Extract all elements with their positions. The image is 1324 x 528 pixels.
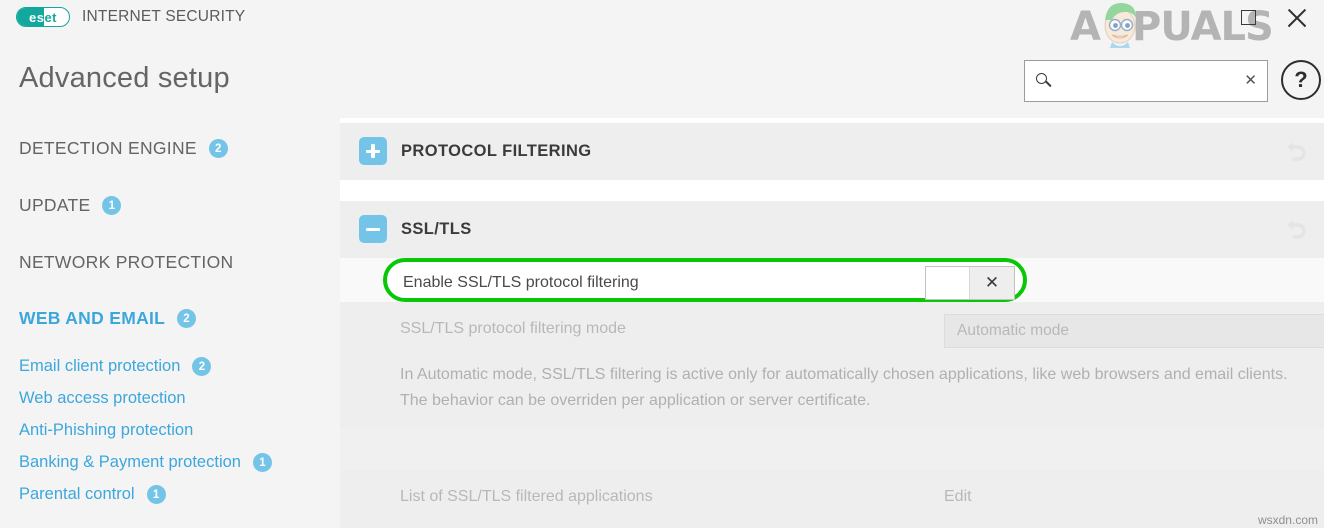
page-title: Advanced setup	[19, 62, 230, 94]
enable-ssl-tls-toggle[interactable]: ✕	[925, 266, 1015, 300]
mode-select-value: Automatic mode	[957, 322, 1069, 339]
maximize-button[interactable]	[1241, 10, 1256, 25]
sidebar-item-update[interactable]: UPDATE 1	[19, 195, 122, 216]
search-icon	[1035, 72, 1053, 90]
sidebar-item-web-and-email[interactable]: WEB AND EMAIL 2	[19, 308, 197, 329]
appuals-character-icon	[1104, 3, 1136, 48]
eset-advanced-setup-window: es et INTERNET SECURITY A PUALS Advanced…	[0, 0, 1324, 528]
toggle-off-icon: ✕	[984, 273, 1000, 292]
suite-name: INTERNET SECURITY	[82, 8, 246, 25]
mode-label: SSL/TLS protocol filtering mode	[400, 320, 626, 337]
sidebar-item-badge: 1	[252, 453, 272, 472]
enable-ssl-tls-highlight: Enable SSL/TLS protocol filtering ✕	[383, 258, 1027, 302]
help-button[interactable]: ?	[1281, 60, 1321, 100]
close-button[interactable]	[1285, 6, 1309, 30]
revert-icon[interactable]	[1282, 139, 1308, 165]
spacer-row	[340, 428, 1324, 470]
search-box[interactable]: ✕	[1024, 60, 1268, 102]
title-bar: es et INTERNET SECURITY A PUALS	[0, 0, 1324, 50]
sidebar-item-label: DETECTION ENGINE	[19, 138, 197, 158]
eset-logo-icon: es et	[16, 7, 70, 27]
filtered-apps-label: List of SSL/TLS filtered applications	[400, 488, 653, 505]
section-title: PROTOCOL FILTERING	[401, 142, 592, 160]
sidebar-item-label: Parental control	[19, 485, 135, 503]
sidebar-item-anti-phishing-protection[interactable]: Anti-Phishing protection	[19, 421, 193, 440]
content-panel: PROTOCOL FILTERING SSL/TLS Enable SSL/TL…	[340, 118, 1324, 528]
minus-icon[interactable]	[359, 215, 387, 243]
sidebar-item-badge: 2	[208, 139, 228, 158]
revert-icon[interactable]	[1282, 217, 1308, 243]
section-ssl-tls[interactable]: SSL/TLS	[340, 201, 1324, 258]
mode-select[interactable]: Automatic mode	[944, 314, 1324, 348]
appuals-watermark: A PUALS	[1068, 0, 1318, 50]
sidebar-item-badge: 2	[177, 309, 197, 328]
sidebar-item-label: NETWORK PROTECTION	[19, 252, 234, 272]
enable-ssl-tls-label: Enable SSL/TLS protocol filtering	[403, 274, 639, 291]
eset-brand: es et INTERNET SECURITY	[16, 7, 245, 27]
sidebar-item-label: Email client protection	[19, 357, 181, 375]
svg-text:A: A	[1070, 4, 1101, 48]
search-clear-button[interactable]: ✕	[1244, 73, 1257, 89]
search-input[interactable]	[1061, 61, 1251, 101]
section-protocol-filtering[interactable]: PROTOCOL FILTERING	[340, 123, 1324, 180]
plus-icon[interactable]	[359, 137, 387, 165]
sidebar-item-banking-payment-protection[interactable]: Banking & Payment protection 1	[19, 453, 272, 472]
sidebar-item-network-protection[interactable]: NETWORK PROTECTION	[19, 252, 233, 273]
source-watermark: wsxdn.com	[1257, 513, 1318, 527]
sidebar-item-label: Web access protection	[19, 389, 186, 407]
eset-logo-text: es et	[28, 9, 58, 25]
section-title: SSL/TLS	[401, 220, 472, 238]
filtered-apps-edit-button[interactable]: Edit	[944, 488, 972, 506]
sidebar-item-detection-engine[interactable]: DETECTION ENGINE 2	[19, 138, 228, 159]
sidebar-item-badge: 2	[192, 357, 212, 376]
appuals-logo-icon: A PUALS	[1070, 3, 1274, 50]
sidebar-item-email-client-protection[interactable]: Email client protection 2	[19, 357, 212, 376]
sidebar: DETECTION ENGINE 2 UPDATE 1 NETWORK PROT…	[0, 118, 336, 528]
sidebar-item-label: Banking & Payment protection	[19, 453, 241, 471]
sidebar-item-parental-control[interactable]: Parental control 1	[19, 485, 166, 504]
sidebar-item-label: WEB AND EMAIL	[19, 308, 166, 328]
sidebar-item-badge: 1	[102, 196, 122, 215]
toggle-knob	[926, 267, 970, 299]
sidebar-item-badge: 1	[146, 485, 166, 504]
sidebar-item-web-access-protection[interactable]: Web access protection	[19, 389, 186, 408]
mode-description: In Automatic mode, SSL/TLS filtering is …	[400, 366, 1288, 409]
sidebar-item-label: Anti-Phishing protection	[19, 421, 194, 439]
sidebar-item-label: UPDATE	[19, 195, 91, 215]
